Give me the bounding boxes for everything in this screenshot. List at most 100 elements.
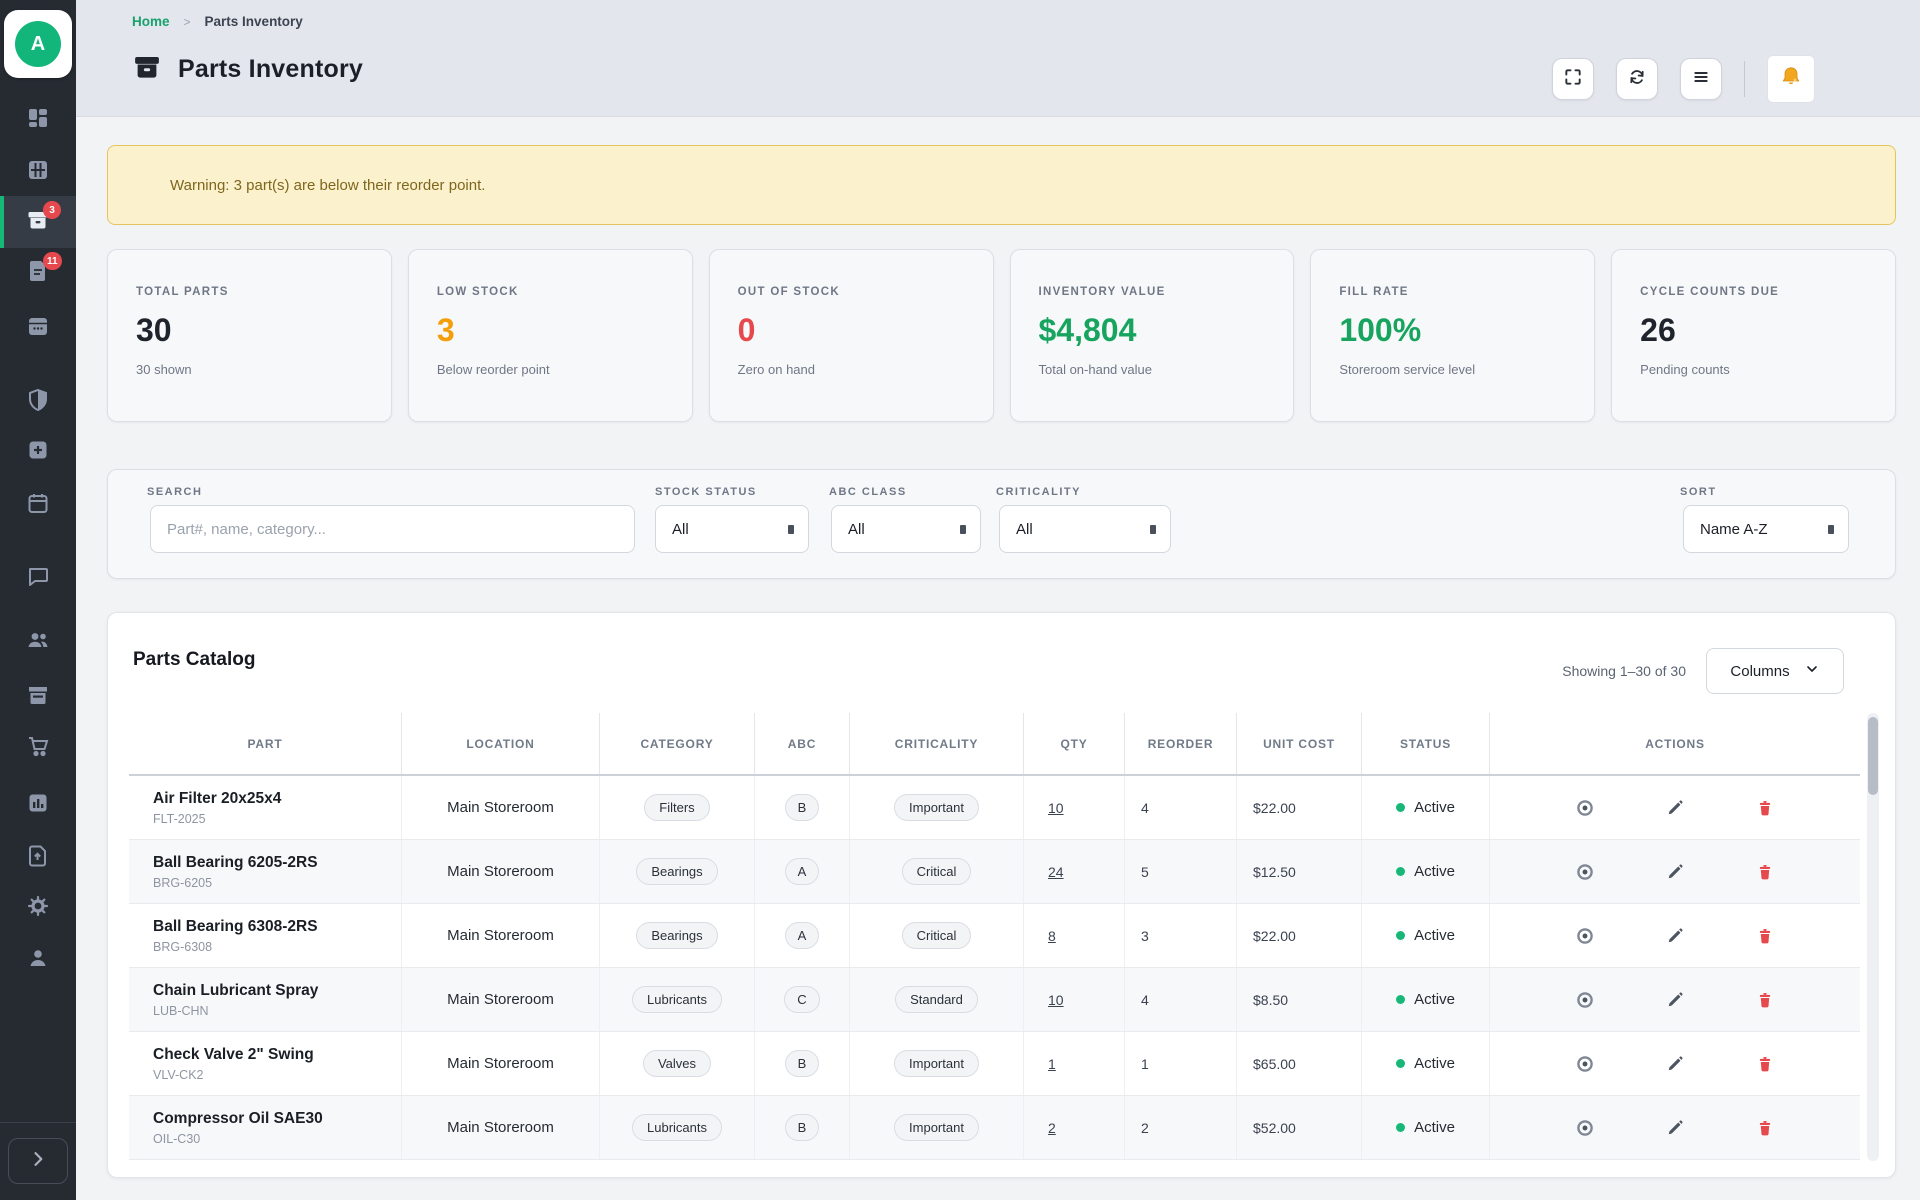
stock-status-select[interactable]: All <box>655 505 809 553</box>
unit-cost: $22.00 <box>1237 776 1362 839</box>
breadcrumb-home-link[interactable]: Home <box>132 14 170 29</box>
sidebar-item-calendar[interactable] <box>0 479 76 531</box>
unit-cost: $65.00 <box>1237 1032 1362 1095</box>
status-dot <box>1396 931 1405 940</box>
edit-button[interactable] <box>1660 793 1690 823</box>
qty-link[interactable]: 2 <box>1048 1120 1056 1136</box>
sidebar-item-storeroom[interactable] <box>0 671 76 723</box>
abc-class-label: ABC CLASS <box>829 486 907 498</box>
expand-sidebar-button[interactable] <box>8 1138 68 1184</box>
sidebar-item-profile[interactable] <box>0 934 76 986</box>
edit-button[interactable] <box>1660 921 1690 951</box>
shield-icon <box>26 388 50 417</box>
sidebar-item-safety[interactable] <box>0 376 76 428</box>
unit-cost: $52.00 <box>1237 1096 1362 1159</box>
view-button[interactable] <box>1570 1049 1600 1079</box>
qty-link[interactable]: 10 <box>1048 992 1064 1008</box>
part-code: FLT-2025 <box>153 812 206 826</box>
part-name: Ball Bearing 6205-2RS <box>153 854 318 872</box>
page-title: Parts Inventory <box>178 55 363 84</box>
status-badge: Active <box>1414 991 1455 1008</box>
status-dot <box>1396 867 1405 876</box>
abc-class-select[interactable]: All <box>831 505 981 553</box>
gear-icon <box>26 894 50 923</box>
work-orders-badge: 11 <box>43 252 62 270</box>
delete-button[interactable] <box>1750 1049 1780 1079</box>
view-button[interactable] <box>1570 921 1600 951</box>
avatar[interactable]: A <box>4 10 72 78</box>
part-name: Ball Bearing 6308-2RS <box>153 918 318 936</box>
category-chip: Bearings <box>636 858 717 885</box>
sidebar-item-work-orders[interactable]: 11 <box>0 247 76 299</box>
delete-button[interactable] <box>1750 857 1780 887</box>
bar-chart-icon <box>26 791 50 820</box>
table-scrollbar-thumb[interactable] <box>1868 717 1878 795</box>
refresh-button[interactable] <box>1616 58 1658 100</box>
criticality-chip: Important <box>894 794 979 821</box>
qty-link[interactable]: 1 <box>1048 1056 1056 1072</box>
table-row: Ball Bearing 6205-2RSBRG-6205 Main Store… <box>129 840 1860 904</box>
part-code: BRG-6308 <box>153 940 212 954</box>
table-scrollbar-track <box>1867 713 1879 1161</box>
criticality-label: CRITICALITY <box>996 486 1081 498</box>
people-icon <box>26 628 50 657</box>
sidebar-item-assets[interactable] <box>0 146 76 198</box>
criticality-select[interactable]: All <box>999 505 1171 553</box>
table-row: Chain Lubricant SprayLUB-CHN Main Storer… <box>129 968 1860 1032</box>
plus-square-icon <box>26 438 50 467</box>
table-row: Ball Bearing 6308-2RSBRG-6308 Main Store… <box>129 904 1860 968</box>
showing-count: Showing 1–30 of 30 <box>1562 663 1686 679</box>
delete-button[interactable] <box>1750 793 1780 823</box>
calendar-dots-icon <box>26 314 50 343</box>
edit-button[interactable] <box>1660 1049 1690 1079</box>
filter-bar: SEARCH STOCK STATUS All ABC CLASS All CR… <box>107 469 1896 579</box>
sidebar-item-parts-inventory[interactable]: 3 <box>0 196 76 248</box>
edit-button[interactable] <box>1660 857 1690 887</box>
status-badge: Active <box>1414 1119 1455 1136</box>
qty-link[interactable]: 8 <box>1048 928 1056 944</box>
edit-button[interactable] <box>1660 1113 1690 1143</box>
parts-table: PART LOCATION CATEGORY ABC CRITICALITY Q… <box>129 713 1860 1160</box>
category-chip: Bearings <box>636 922 717 949</box>
part-location: Main Storeroom <box>402 968 600 1031</box>
edit-button[interactable] <box>1660 985 1690 1015</box>
qty-link[interactable]: 10 <box>1048 800 1064 816</box>
breadcrumb-separator: > <box>184 15 191 29</box>
part-code: BRG-6205 <box>153 876 212 890</box>
search-label: SEARCH <box>147 486 202 498</box>
part-location: Main Storeroom <box>402 776 600 839</box>
reorder-point: 4 <box>1125 776 1237 839</box>
view-button[interactable] <box>1570 1113 1600 1143</box>
fullscreen-button[interactable] <box>1552 58 1594 100</box>
view-button[interactable] <box>1570 985 1600 1015</box>
notifications-button[interactable] <box>1767 55 1815 103</box>
view-button[interactable] <box>1570 857 1600 887</box>
sidebar-item-reports[interactable] <box>0 779 76 831</box>
status-dot <box>1396 1123 1405 1132</box>
sidebar-item-export[interactable] <box>0 832 76 884</box>
columns-button[interactable]: Columns <box>1706 648 1844 694</box>
delete-button[interactable] <box>1750 1113 1780 1143</box>
delete-button[interactable] <box>1750 921 1780 951</box>
qty-link[interactable]: 24 <box>1048 864 1064 880</box>
parts-badge: 3 <box>43 201 61 219</box>
stat-card-total-parts: TOTAL PARTS 30 30 shown <box>107 249 392 422</box>
sidebar-item-add[interactable] <box>0 426 76 478</box>
sidebar-item-messages[interactable] <box>0 552 76 604</box>
delete-button[interactable] <box>1750 985 1780 1015</box>
menu-button[interactable] <box>1680 58 1722 100</box>
sidebar-item-team[interactable] <box>0 616 76 668</box>
sidebar-item-settings[interactable] <box>0 882 76 934</box>
bell-icon <box>1779 65 1803 94</box>
view-button[interactable] <box>1570 793 1600 823</box>
sidebar-item-purchasing[interactable] <box>0 722 76 774</box>
sort-select[interactable]: Name A-Z <box>1683 505 1849 553</box>
sidebar-item-dashboard[interactable] <box>0 94 76 146</box>
criticality-chip: Critical <box>902 858 972 885</box>
sidebar-item-schedule[interactable] <box>0 302 76 354</box>
search-input[interactable] <box>150 505 635 553</box>
part-name: Air Filter 20x25x4 <box>153 790 281 808</box>
table-row: Compressor Oil SAE30OIL-C30 Main Storero… <box>129 1096 1860 1160</box>
category-chip: Filters <box>644 794 709 821</box>
sidebar-divider <box>0 1122 76 1123</box>
